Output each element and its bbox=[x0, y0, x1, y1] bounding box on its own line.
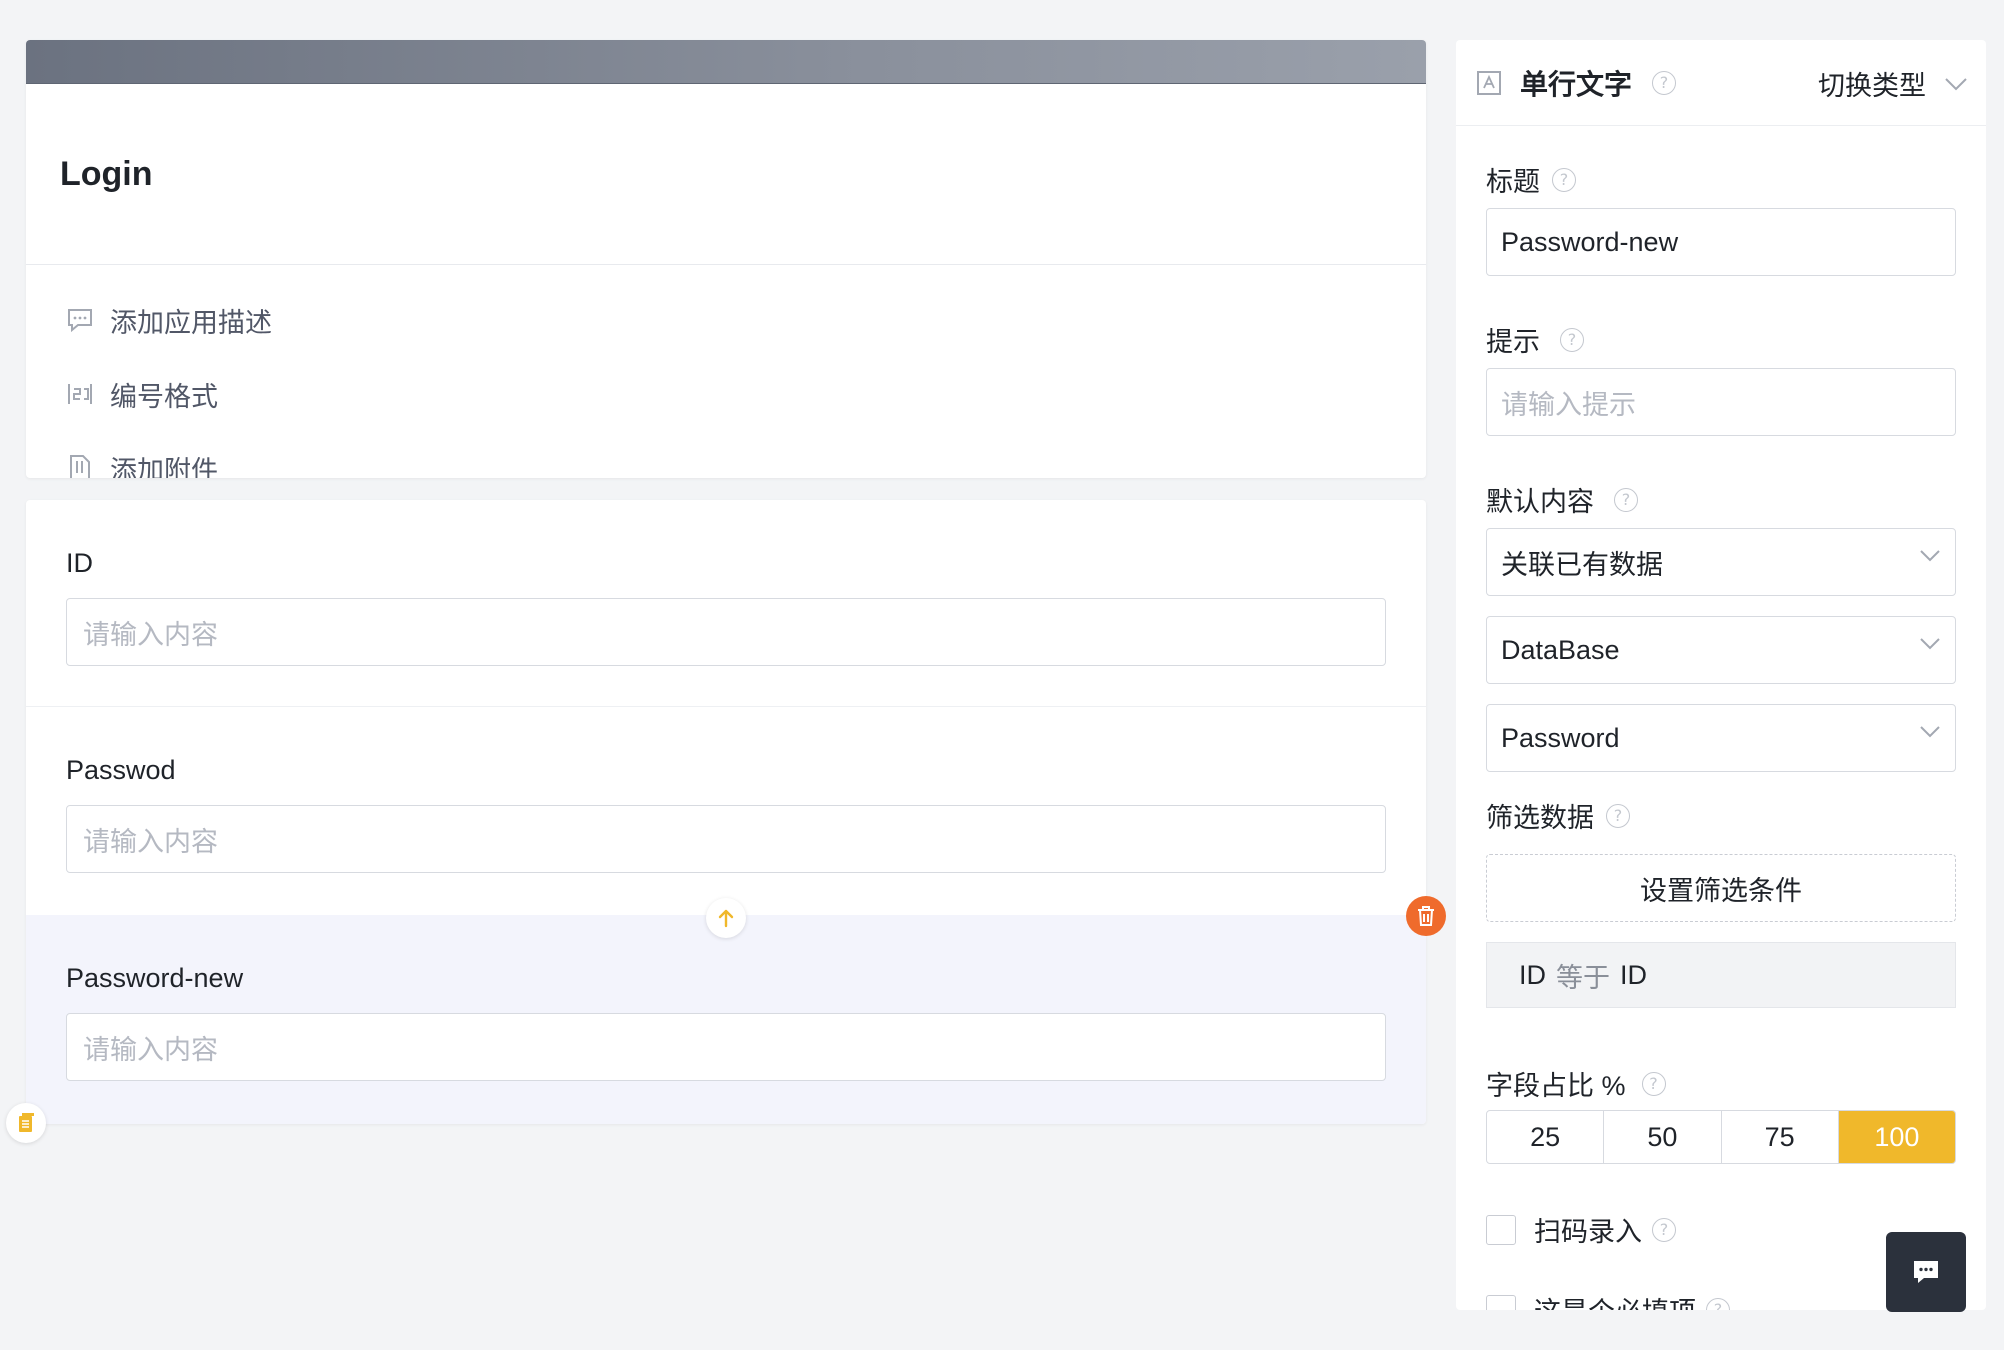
chat-button[interactable] bbox=[1886, 1232, 1966, 1312]
chevron-down-icon bbox=[1920, 638, 1940, 650]
add-attachment-item[interactable]: 添加附件 bbox=[26, 431, 1426, 478]
panel-header: 单行文字 ? 切换类型 bbox=[1456, 40, 1986, 126]
text-field-icon bbox=[1477, 70, 1501, 95]
add-description-item[interactable]: 添加应用描述 bbox=[26, 283, 1426, 357]
field-ratio-selector: 25 50 75 100 bbox=[1486, 1110, 1956, 1164]
comment-icon bbox=[66, 306, 94, 334]
field-label: ID bbox=[66, 548, 93, 578]
ratio-option-25[interactable]: 25 bbox=[1487, 1111, 1605, 1163]
title-label: 标题 ? bbox=[1486, 160, 1576, 199]
condition-operator: 等于 bbox=[1556, 962, 1610, 993]
help-icon[interactable]: ? bbox=[1614, 487, 1638, 512]
source-value: DataBase bbox=[1501, 634, 1620, 665]
chevron-down-icon bbox=[1945, 77, 1967, 90]
required-label: 这是个必填项 bbox=[1534, 1290, 1696, 1310]
filter-label-text: 筛选数据 bbox=[1486, 803, 1594, 833]
default-content-label: 默认内容 ? bbox=[1486, 480, 1638, 519]
set-filter-button[interactable]: 设置筛选条件 bbox=[1486, 854, 1956, 922]
title-input[interactable]: Password-new bbox=[1486, 208, 1956, 276]
ratio-label: 字段占比 % ? bbox=[1486, 1064, 1666, 1103]
hint-input[interactable]: 请输入提示 bbox=[1486, 368, 1956, 436]
field-label: Password-new bbox=[66, 963, 244, 993]
switch-type-label: 切换类型 bbox=[1818, 71, 1926, 101]
help-icon[interactable]: ? bbox=[1641, 1071, 1666, 1096]
arrow-up-icon bbox=[718, 909, 734, 928]
serial-format-item[interactable]: 编号格式 bbox=[26, 357, 1426, 431]
field-input[interactable]: 请输入内容 bbox=[66, 805, 1386, 873]
hint-label-text: 提示 bbox=[1486, 327, 1540, 357]
serial-number-icon bbox=[66, 380, 94, 408]
meta-label: 添加附件 bbox=[110, 455, 218, 479]
delete-field-button[interactable] bbox=[1406, 896, 1446, 936]
checkbox[interactable] bbox=[1486, 1214, 1516, 1245]
default-mode-value: 关联已有数据 bbox=[1501, 549, 1663, 580]
help-icon[interactable]: ? bbox=[1552, 167, 1576, 192]
help-icon[interactable]: ? bbox=[1560, 327, 1584, 352]
default-mode-select[interactable]: 关联已有数据 bbox=[1486, 528, 1956, 596]
help-icon[interactable]: ? bbox=[1706, 1297, 1730, 1310]
help-icon[interactable]: ? bbox=[1606, 803, 1630, 828]
ratio-label-text: 字段占比 % bbox=[1486, 1071, 1626, 1101]
source-field-select[interactable]: Password bbox=[1486, 704, 1956, 772]
form-title[interactable]: Login bbox=[26, 84, 1426, 265]
required-checkbox[interactable]: 这是个必填项 ? bbox=[1486, 1290, 1730, 1310]
form-field-passwod[interactable]: Passwod 请输入内容 bbox=[26, 707, 1426, 915]
switch-type-dropdown[interactable]: 切换类型 bbox=[1818, 64, 1968, 103]
form-fields-card: ID 请输入内容 Passwod 请输入内容 Password-new 请输入内… bbox=[26, 500, 1426, 1124]
hint-label: 提示 ? bbox=[1486, 320, 1584, 359]
ratio-option-50[interactable]: 50 bbox=[1604, 1111, 1722, 1163]
ratio-option-75[interactable]: 75 bbox=[1722, 1111, 1839, 1163]
form-banner[interactable] bbox=[26, 40, 1426, 84]
scan-label: 扫码录入 bbox=[1534, 1217, 1642, 1247]
ratio-option-100[interactable]: 100 bbox=[1838, 1111, 1955, 1163]
source-select[interactable]: DataBase bbox=[1486, 616, 1956, 684]
filter-condition[interactable]: ID 等于 ID bbox=[1486, 942, 1956, 1008]
help-icon[interactable]: ? bbox=[1652, 70, 1677, 95]
form-field-password-new[interactable]: Password-new 请输入内容 bbox=[26, 915, 1426, 1124]
meta-label: 编号格式 bbox=[110, 381, 218, 412]
chevron-down-icon bbox=[1920, 726, 1940, 738]
form-field-id[interactable]: ID 请输入内容 bbox=[26, 500, 1426, 707]
default-label-text: 默认内容 bbox=[1486, 487, 1594, 517]
scan-input-checkbox[interactable]: 扫码录入 ? bbox=[1486, 1210, 1676, 1249]
condition-left: ID bbox=[1519, 959, 1546, 990]
trash-icon bbox=[1418, 906, 1434, 926]
field-label: Passwod bbox=[66, 755, 176, 785]
meta-label: 添加应用描述 bbox=[110, 307, 272, 338]
field-type-label: 单行文字 bbox=[1520, 68, 1633, 100]
move-up-button[interactable] bbox=[706, 898, 746, 938]
title-label-text: 标题 bbox=[1486, 167, 1540, 197]
copy-field-button[interactable] bbox=[6, 1103, 46, 1143]
condition-right: ID bbox=[1620, 959, 1647, 990]
help-icon[interactable]: ? bbox=[1652, 1217, 1676, 1242]
chat-icon bbox=[1914, 1261, 1938, 1283]
field-properties-panel: 单行文字 ? 切换类型 标题 ? Password-new 提示 ? 请输入提示… bbox=[1456, 40, 1986, 1310]
form-meta-list: 添加应用描述 编号格式 添加附件 bbox=[26, 265, 1426, 478]
form-header-card: Login 添加应用描述 编号格式 添加附件 bbox=[26, 40, 1426, 478]
copy-icon bbox=[19, 1113, 34, 1132]
field-input[interactable]: 请输入内容 bbox=[66, 1013, 1386, 1081]
chevron-down-icon bbox=[1920, 550, 1940, 562]
attachment-icon bbox=[66, 454, 94, 478]
checkbox[interactable] bbox=[1486, 1294, 1516, 1310]
source-field-value: Password bbox=[1501, 722, 1620, 753]
field-input[interactable]: 请输入内容 bbox=[66, 598, 1386, 666]
filter-data-label: 筛选数据 ? bbox=[1486, 796, 1630, 835]
